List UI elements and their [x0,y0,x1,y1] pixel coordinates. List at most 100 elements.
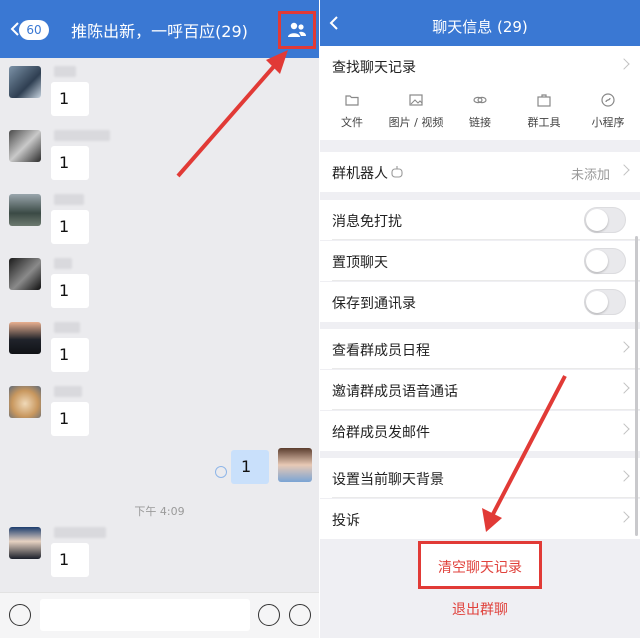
chat-info-title: 聊天信息 (29) [432,18,528,36]
chat-message: 1 [0,527,319,587]
search-history-row[interactable]: 查找聊天记录 [320,46,640,86]
bot-status: 未添加 [570,168,610,183]
toolbox-icon [537,94,551,107]
chevron-right-icon [618,58,630,70]
chevron-right-icon [618,382,630,394]
chat-header: 60 推陈出新，一呼百应(29) [0,0,319,58]
message-bubble[interactable]: 1 [51,338,89,372]
time-separator: 下午 4:09 [134,505,185,518]
chat-title: 推陈出新，一呼百应(29) [71,22,248,41]
clear-history-button[interactable]: 清空聊天记录 [418,541,542,589]
chevron-right-icon [618,341,630,353]
chat-pane: 60 推陈出新，一呼百应(29) 1 1 1 1 1 1 1 下午 4:09 1 [0,0,319,638]
chat-message: 1 [0,66,319,126]
complaint-row[interactable]: 投诉 [320,499,640,539]
chat-message: 1 [0,386,319,446]
pin-toggle[interactable] [584,248,626,274]
avatar[interactable] [9,527,41,559]
tool-mini-programs[interactable]: 小程序 [576,92,640,136]
chat-info-header: 聊天信息 (29) [320,0,640,46]
row-divider [332,409,640,410]
avatar[interactable] [9,66,41,98]
save-to-contacts-row: 保存到通讯录 [320,282,640,322]
row-label: 设置当前聊天背景 [332,472,444,488]
sender-name-blurred [54,130,110,141]
link-icon [473,96,487,104]
message-bubble[interactable]: 1 [51,82,89,116]
row-label: 查找聊天记录 [332,60,416,76]
chevron-right-icon [618,164,630,176]
row-label: 查看群成员日程 [332,343,430,359]
group-members-icon [288,22,306,37]
tool-label: 图片 / 视频 [388,116,444,129]
group-bot-row[interactable]: 群机器人 未添加 [320,152,640,192]
toggle-knob [586,250,608,272]
mute-toggle[interactable] [584,207,626,233]
chat-message: 1 [0,194,319,254]
tool-label: 文件 [341,116,363,129]
clear-history-label: 清空聊天记录 [438,560,522,576]
unread-count-badge[interactable]: 60 [19,20,49,40]
chat-message: 1 [0,130,319,190]
read-status-icon [215,466,227,478]
row-divider [332,280,640,281]
send-email-row[interactable]: 给群成员发邮件 [320,411,640,451]
scrollbar[interactable] [635,236,638,536]
avatar[interactable] [9,194,41,226]
row-label: 消息免打扰 [332,214,402,230]
chat-message: 1 [0,258,319,318]
self-message-bubble[interactable]: 1 [231,450,269,484]
message-input[interactable] [40,599,250,631]
sender-name-blurred [54,386,82,397]
group-members-button[interactable] [278,11,316,49]
voice-call-row[interactable]: 邀请群成员语音通话 [320,370,640,410]
member-schedule-row[interactable]: 查看群成员日程 [320,329,640,369]
avatar[interactable] [9,386,41,418]
row-label: 投诉 [332,513,360,529]
tool-links[interactable]: 链接 [448,92,512,136]
tool-files[interactable]: 文件 [320,92,384,136]
chevron-right-icon [618,470,630,482]
chat-background-row[interactable]: 设置当前聊天背景 [320,458,640,498]
row-divider [332,368,640,369]
chat-input-bar [0,592,319,638]
tool-media[interactable]: 图片 / 视频 [384,92,448,136]
save-contacts-toggle[interactable] [584,289,626,315]
row-label: 邀请群成员语音通话 [332,384,458,400]
voice-input-icon[interactable] [9,604,31,626]
exit-group-button[interactable]: 退出群聊 [320,599,640,619]
pin-chat-row: 置顶聊天 [320,241,640,281]
sender-name-blurred [54,527,106,538]
robot-icon [391,166,403,178]
tool-label: 群工具 [527,116,561,129]
sender-name-blurred [54,194,84,205]
sender-name-blurred [54,66,76,77]
row-label: 给群成员发邮件 [332,425,430,441]
chevron-right-icon [618,511,630,523]
row-divider [332,239,640,240]
chat-tools: 文件 图片 / 视频 链接 群工具 小程序 [320,86,640,140]
more-plus-icon[interactable] [289,604,311,626]
avatar[interactable] [9,258,41,290]
message-bubble[interactable]: 1 [51,402,89,436]
avatar[interactable] [9,130,41,162]
emoji-icon[interactable] [258,604,280,626]
message-bubble[interactable]: 1 [51,543,89,577]
avatar[interactable] [9,322,41,354]
chat-message: 1 [0,322,319,382]
tool-label: 小程序 [591,116,625,129]
row-label: 群机器人 [332,166,388,182]
message-bubble[interactable]: 1 [51,274,89,308]
tool-label: 链接 [469,116,491,129]
tool-group-tools[interactable]: 群工具 [512,92,576,136]
toggle-knob [586,209,608,231]
chevron-right-icon [618,423,630,435]
folder-icon [345,95,359,106]
message-bubble[interactable]: 1 [51,146,89,180]
self-avatar[interactable] [278,448,312,482]
chat-info-pane: 聊天信息 (29) 查找聊天记录 文件 图片 / 视频 链接 群工具 小程序 群… [320,0,640,638]
row-divider [332,497,640,498]
sender-name-blurred [54,258,72,269]
self-message: 1 [0,448,319,488]
message-bubble[interactable]: 1 [51,210,89,244]
